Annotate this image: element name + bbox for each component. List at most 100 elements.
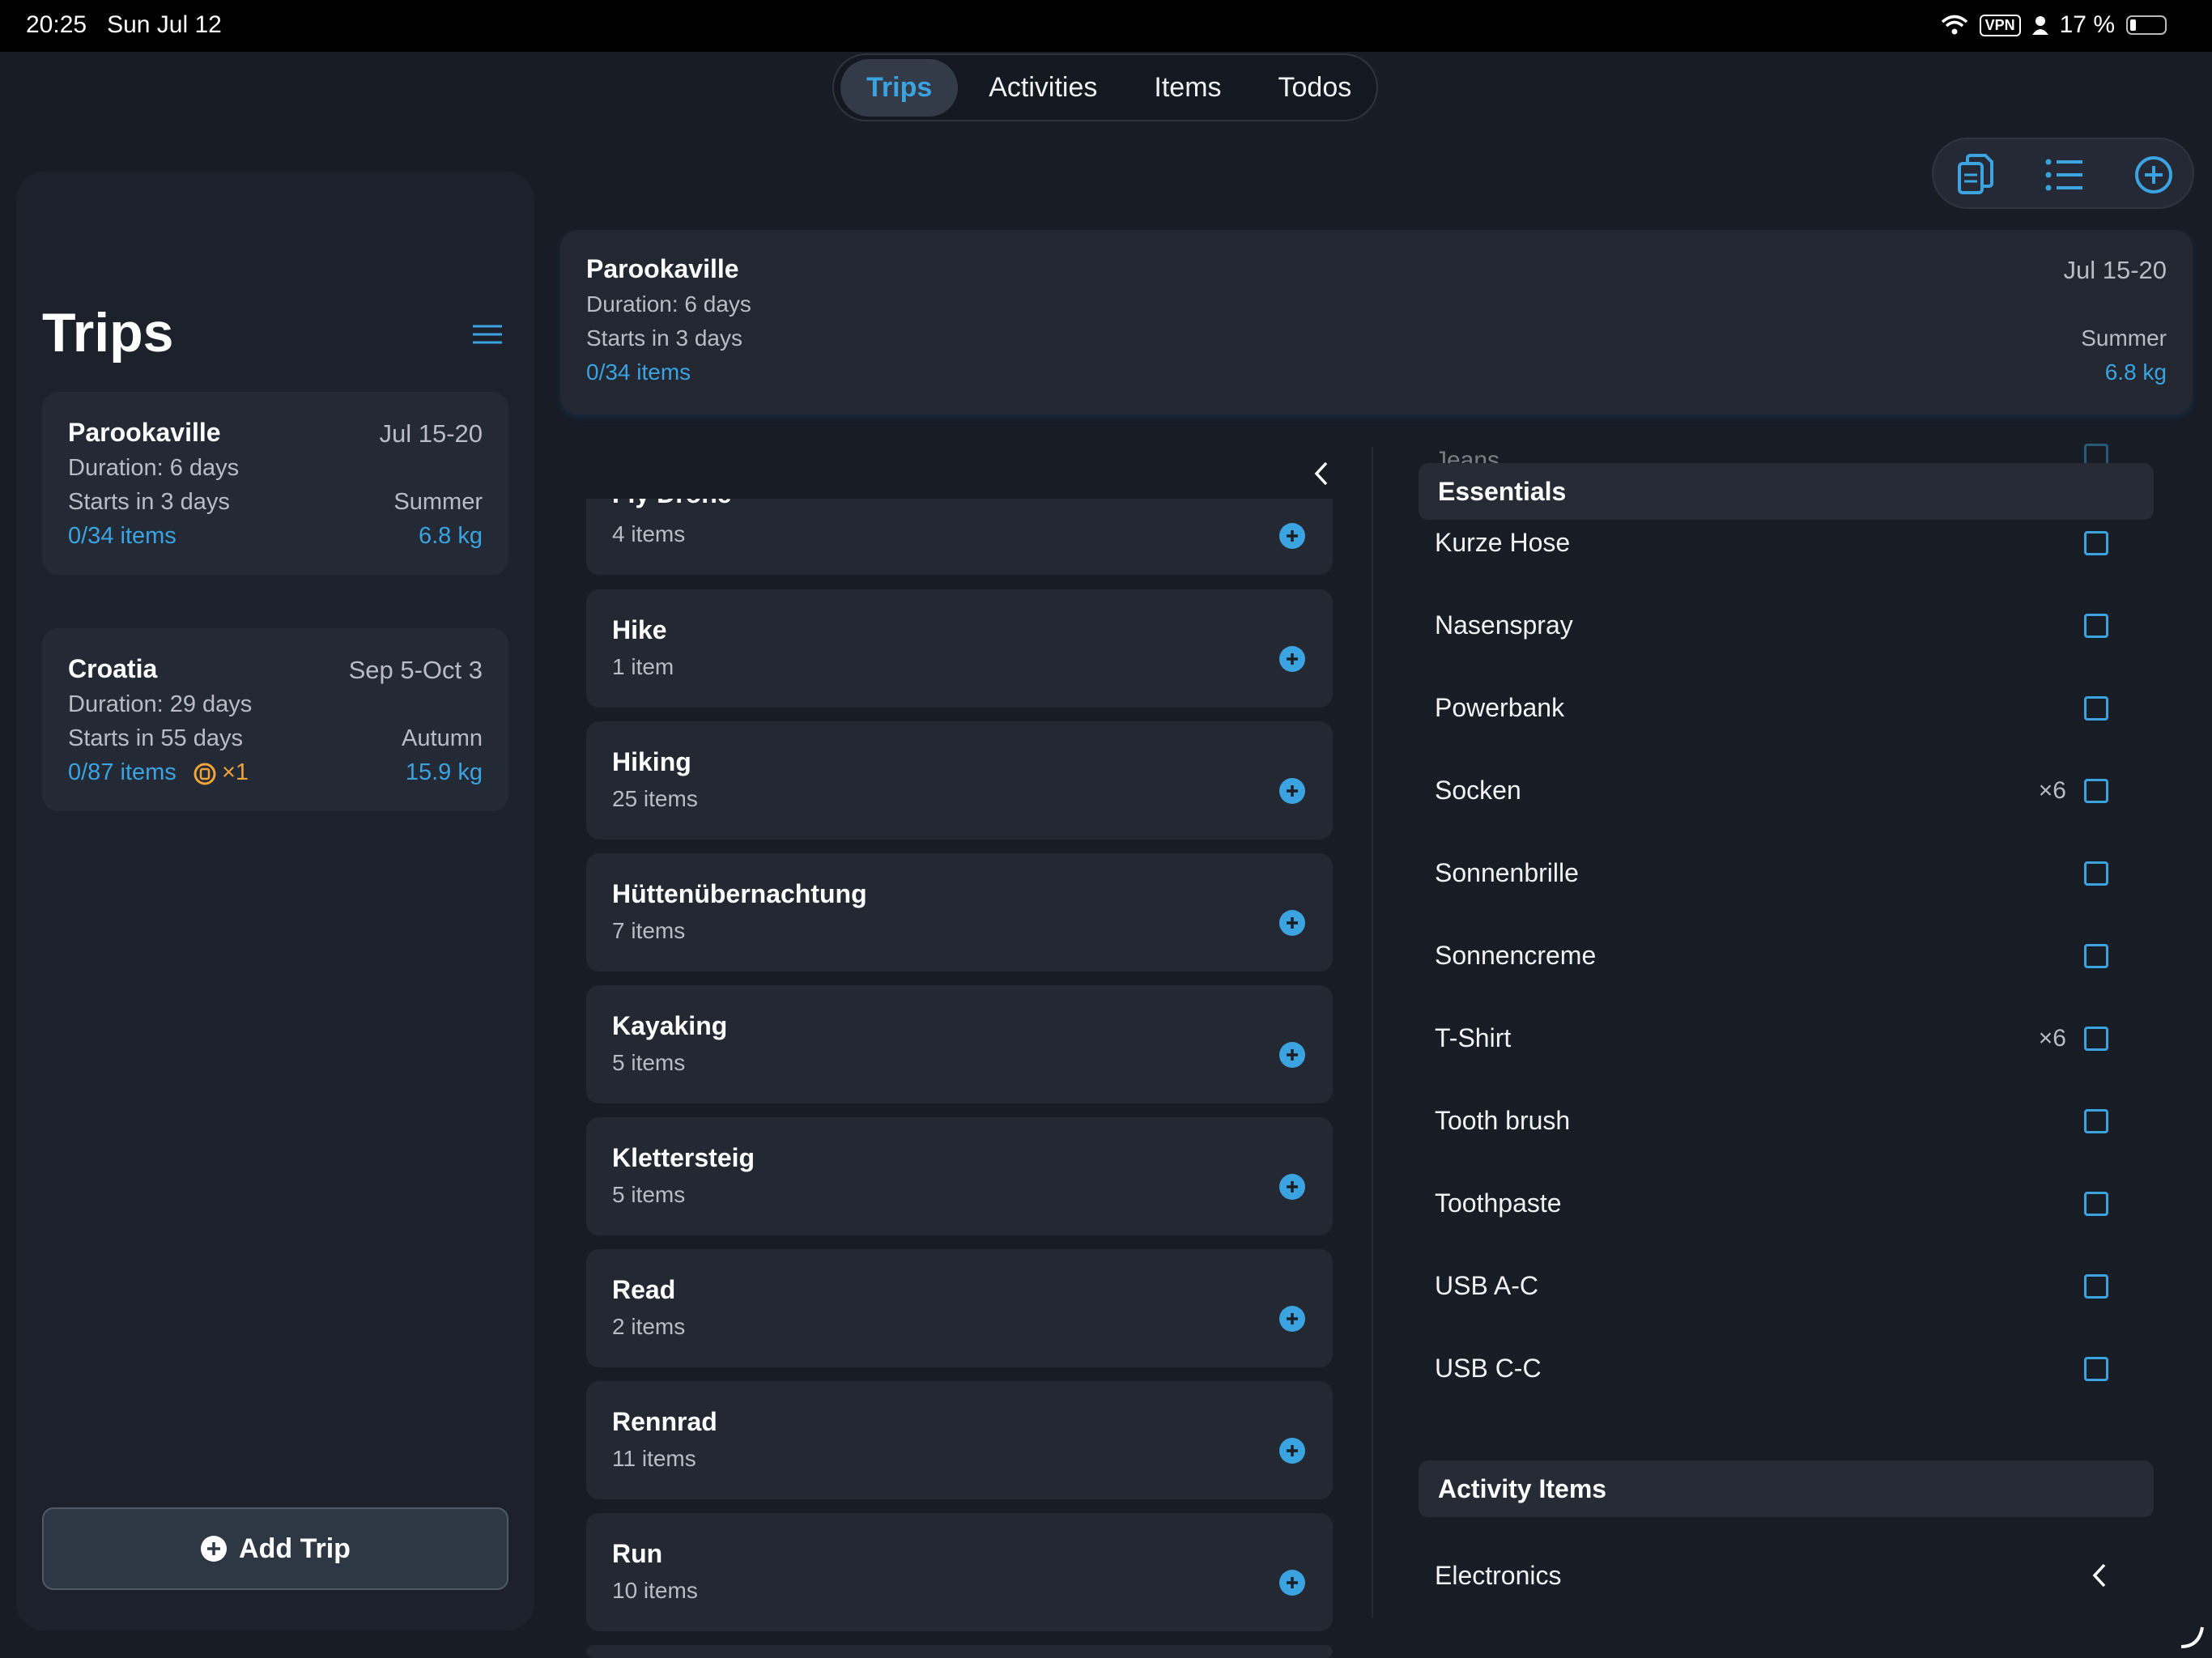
activity-count: 2 items (612, 1314, 686, 1339)
status-date: Sun Jul 12 (107, 11, 222, 38)
plus-circle-icon (201, 1536, 228, 1562)
item-row[interactable]: Kurze Hose (1435, 518, 2147, 567)
tab-activities[interactable]: Activities (963, 59, 1123, 117)
chevron-left-icon[interactable] (1310, 460, 1334, 487)
activity-row-klettersteig[interactable]: Klettersteig 5 items (586, 1117, 1333, 1235)
item-checkbox[interactable] (2084, 614, 2108, 638)
item-row[interactable]: Powerbank (1435, 683, 2147, 732)
trip-detail-header: Parookaville Jul 15-20 Duration: 6 days … (560, 230, 2193, 414)
item-name: Sonnenbrille (1435, 858, 1579, 887)
activity-row-fly-drone[interactable]: Fly Drone 4 items (586, 479, 1333, 575)
status-time-date: 20:25 Sun Jul 12 (26, 11, 222, 39)
item-row[interactable]: Toothpaste (1435, 1179, 2147, 1227)
wifi-icon (1941, 15, 1967, 35)
add-activity-icon[interactable] (1279, 1174, 1305, 1200)
plus-circle-icon[interactable] (2131, 152, 2176, 198)
item-checkbox[interactable] (2084, 1192, 2108, 1216)
activity-name: Kayaking (612, 1011, 728, 1040)
section-header-essentials: Essentials (1419, 463, 2154, 520)
activity-name: Run (612, 1539, 663, 1568)
add-activity-icon[interactable] (1279, 1570, 1305, 1596)
tab-todos[interactable]: Todos (1253, 59, 1378, 117)
item-name: Nasenspray (1435, 610, 1573, 640)
sidebar-title: Trips (42, 302, 174, 363)
activity-row-huettenuebernachtung[interactable]: Hüttenübernachtung 7 items (586, 853, 1333, 971)
item-name: USB A-C (1435, 1271, 1539, 1300)
item-checkbox[interactable] (2084, 779, 2108, 803)
tab-trips[interactable]: Trips (840, 58, 959, 117)
item-row[interactable]: Tooth brush (1435, 1096, 2147, 1145)
item-row[interactable]: T-Shirt ×6 (1435, 1014, 2147, 1062)
item-name: Toothpaste (1435, 1188, 1562, 1218)
activity-count: 5 items (612, 1050, 686, 1075)
activity-row-hike[interactable]: Hike 1 item (586, 589, 1333, 708)
trip-duration: Duration: 6 days (68, 455, 240, 481)
item-row[interactable]: USB A-C (1435, 1261, 2147, 1310)
person-icon (2031, 16, 2048, 35)
add-activity-icon[interactable] (1279, 523, 1305, 549)
activity-row-read[interactable]: Read 2 items (586, 1249, 1333, 1367)
item-row[interactable]: Nasenspray (1435, 601, 2147, 649)
resize-handle-icon (2180, 1626, 2204, 1648)
item-row[interactable]: USB C-C (1435, 1344, 2147, 1392)
activity-name: Fly Drone (612, 479, 732, 508)
activity-name: Read (612, 1275, 676, 1304)
add-activity-icon[interactable] (1279, 910, 1305, 936)
item-name: Tooth brush (1435, 1106, 1571, 1135)
trip-card-parookaville[interactable]: Parookaville Jul 15-20 Duration: 6 days … (42, 392, 508, 575)
item-checkbox[interactable] (2084, 861, 2108, 886)
trip-dates: Jul 15-20 (379, 419, 483, 448)
activity-count: 7 items (612, 918, 686, 943)
item-name: Sonnencreme (1435, 941, 1597, 970)
activity-name: Hiking (612, 747, 691, 776)
add-activity-icon[interactable] (1279, 1306, 1305, 1332)
trip-items: 0/34 items (68, 523, 177, 549)
item-checkbox[interactable] (2084, 531, 2108, 555)
item-checkbox[interactable] (2084, 1027, 2108, 1051)
activity-row-rennrad[interactable]: Rennrad 11 items (586, 1381, 1333, 1499)
add-activity-icon[interactable] (1279, 646, 1305, 672)
activity-count: 25 items (612, 786, 698, 811)
trip-items: 0/87 items (68, 759, 177, 785)
trip-dates: Sep 5-Oct 3 (348, 656, 483, 684)
activity-row-partial (586, 1645, 1333, 1658)
column-divider (1372, 447, 1373, 1618)
activity-row-hiking[interactable]: Hiking 25 items (586, 721, 1333, 840)
item-checkbox[interactable] (2084, 1357, 2108, 1381)
trip-weight: 15.9 kg (405, 759, 483, 785)
activity-name: Klettersteig (612, 1143, 755, 1172)
item-row[interactable]: Socken ×6 (1435, 766, 2147, 814)
activity-row-run[interactable]: Run 10 items (586, 1513, 1333, 1631)
trip-name: Croatia (68, 654, 158, 683)
copy-documents-icon[interactable] (1953, 152, 1998, 198)
add-activity-icon[interactable] (1279, 1042, 1305, 1068)
activity-group-row-electronics[interactable]: Electronics (1435, 1551, 2147, 1600)
add-activity-icon[interactable] (1279, 778, 1305, 804)
section-header-activity-items: Activity Items (1419, 1460, 2154, 1517)
item-checkbox[interactable] (2084, 1109, 2108, 1133)
activity-count: 4 items (612, 521, 686, 546)
detail-duration: Duration: 6 days (586, 291, 751, 317)
activity-count: 1 item (612, 654, 674, 679)
item-name: T-Shirt (1435, 1023, 1512, 1052)
chevron-left-icon[interactable] (2091, 1562, 2108, 1588)
item-checkbox[interactable] (2084, 696, 2108, 721)
trip-season: Summer (393, 489, 483, 515)
add-activity-icon[interactable] (1279, 1438, 1305, 1464)
activity-row-kayaking[interactable]: Kayaking 5 items (586, 985, 1333, 1103)
item-row[interactable]: Sonnencreme (1435, 931, 2147, 980)
item-checkbox[interactable] (2084, 944, 2108, 968)
list-icon[interactable] (2042, 152, 2087, 198)
item-row[interactable]: Sonnenbrille (1435, 848, 2147, 897)
item-name: Powerbank (1435, 693, 1565, 722)
status-indicators: VPN 17 % (1941, 11, 2167, 39)
trip-name: Parookaville (68, 418, 221, 447)
menu-icon[interactable] (471, 324, 504, 345)
add-trip-button[interactable]: Add Trip (42, 1507, 508, 1590)
item-checkbox[interactable] (2084, 1274, 2108, 1299)
tab-items[interactable]: Items (1128, 59, 1247, 117)
activity-count: 5 items (612, 1182, 686, 1207)
trips-sidebar (16, 172, 534, 1630)
trip-card-croatia[interactable]: Croatia Sep 5-Oct 3 Duration: 29 days St… (42, 628, 508, 811)
battery-icon (2126, 15, 2167, 35)
